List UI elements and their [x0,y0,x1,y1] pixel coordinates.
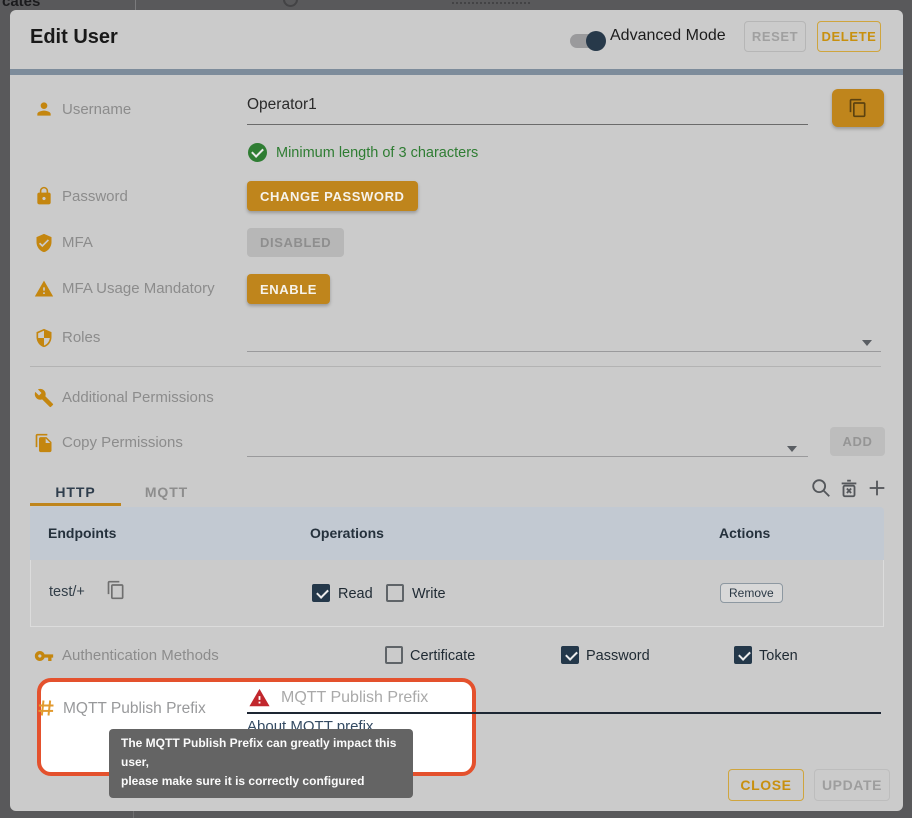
lock-icon [34,186,54,206]
username-validation-message: Minimum length of 3 characters [276,145,478,161]
roles-label: Roles [62,329,100,346]
roles-select[interactable] [247,351,881,352]
copy-permissions-select[interactable] [247,456,808,457]
background-divider [133,811,134,818]
write-checkbox[interactable] [386,584,404,602]
token-checkbox-label: Token [759,648,798,664]
warning-icon [34,279,54,299]
permissions-table-header: Endpoints Operations Actions [30,507,884,560]
username-underline [247,124,808,125]
copy-icon[interactable] [106,580,126,600]
mfa-label: MFA [62,234,93,251]
username-input[interactable] [247,96,547,114]
auth-methods-label: Authentication Methods [62,647,219,664]
background-dotted-line [452,2,530,4]
endpoint-value: test/+ [49,584,85,600]
file-copy-icon [34,433,54,453]
password-label: Password [62,188,128,205]
mqtt-prefix-tooltip: The MQTT Publish Prefix can greatly impa… [109,729,413,798]
table-row: test/+ Read Write Remove [30,560,884,627]
close-button[interactable]: CLOSE [728,769,804,801]
reset-button[interactable]: RESET [744,21,806,52]
wrench-icon [34,388,54,408]
add-icon[interactable] [866,477,888,499]
chevron-down-icon[interactable] [787,446,797,452]
mqtt-prefix-label: MQTT Publish Prefix [63,700,206,718]
tooltip-line-1: The MQTT Publish Prefix can greatly impa… [121,734,401,772]
read-checkbox-label: Read [338,586,373,602]
mfa-mandatory-enable-button[interactable]: ENABLE [247,274,330,304]
background-partial-text: cates [2,0,40,10]
background-divider [135,0,136,10]
clock-icon [283,0,298,7]
update-button[interactable]: UPDATE [814,769,890,801]
key-icon [34,646,54,666]
header-divider [10,69,903,75]
copy-permissions-label: Copy Permissions [62,434,183,451]
person-icon [34,99,54,119]
mqtt-prefix-input[interactable] [281,689,481,707]
shield-check-icon [34,233,54,253]
username-label: Username [62,101,131,118]
delete-button[interactable]: DELETE [817,21,881,52]
toggle-thumb [586,31,606,51]
read-checkbox[interactable] [312,584,330,602]
active-tab-indicator [30,503,121,506]
token-checkbox[interactable] [734,646,752,664]
tooltip-line-2: please make sure it is correctly configu… [121,772,401,791]
column-header-endpoints: Endpoints [48,525,116,541]
certificate-checkbox[interactable] [385,646,403,664]
add-permissions-button[interactable]: ADD [830,427,885,456]
error-warning-icon [247,687,272,709]
change-password-button[interactable]: CHANGE PASSWORD [247,181,418,211]
hash-icon [36,698,56,718]
copy-icon [848,98,868,118]
dialog-title: Edit User [30,26,118,49]
check-circle-icon [248,143,267,162]
mfa-status-button[interactable]: DISABLED [247,228,344,257]
section-divider [30,366,881,367]
mqtt-prefix-underline [247,712,881,714]
advanced-mode-toggle[interactable] [570,34,604,48]
copy-username-button[interactable] [832,89,884,127]
edit-user-dialog: Edit User Advanced Mode RESET DELETE Use… [10,10,903,811]
remove-permission-button[interactable]: Remove [720,583,783,603]
clear-all-icon[interactable] [838,477,860,499]
search-icon[interactable] [810,477,832,499]
additional-permissions-label: Additional Permissions [62,389,214,406]
column-header-operations: Operations [310,525,384,541]
mfa-mandatory-label: MFA Usage Mandatory [62,280,215,297]
password-checkbox[interactable] [561,646,579,664]
shield-icon [34,328,54,348]
chevron-down-icon[interactable] [862,340,872,346]
advanced-mode-label: Advanced Mode [610,27,726,45]
password-checkbox-label: Password [586,648,650,664]
tab-http[interactable]: HTTP [30,478,121,506]
tab-mqtt[interactable]: MQTT [121,478,212,506]
write-checkbox-label: Write [412,586,446,602]
certificate-checkbox-label: Certificate [410,648,475,664]
column-header-actions: Actions [719,525,770,541]
